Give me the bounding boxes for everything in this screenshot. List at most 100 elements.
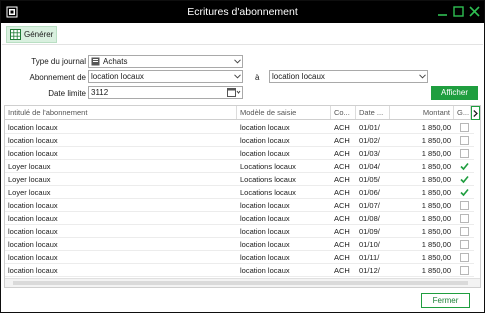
table-row[interactable]: Loyer locaux Locations locaux ACH 01/06/1 8… bbox=[5, 186, 474, 199]
cell-date: 01/02/ bbox=[359, 136, 380, 145]
cell-model: location locaux bbox=[240, 240, 290, 249]
cell-amount: 1 850,00 bbox=[421, 136, 451, 145]
subscription-to-select[interactable]: location locaux bbox=[269, 70, 428, 83]
cell-model: location locaux bbox=[240, 149, 290, 158]
cell-code: ACH bbox=[334, 266, 350, 275]
date-limit-value: 3112 bbox=[91, 88, 109, 97]
subscription-from-select[interactable]: location locaux bbox=[88, 70, 243, 83]
cell-amount: 1 850,00 bbox=[421, 188, 451, 197]
show-button[interactable]: Afficher bbox=[431, 86, 478, 100]
cell-title: location locaux bbox=[8, 214, 58, 223]
generated-checkbox[interactable] bbox=[460, 253, 469, 262]
minimize-icon[interactable] bbox=[436, 5, 449, 18]
cell-amount: 1 850,00 bbox=[421, 240, 451, 249]
cell-model: location locaux bbox=[240, 253, 290, 262]
scrollbar-thumb[interactable] bbox=[13, 281, 468, 285]
chevron-right-icon[interactable] bbox=[471, 106, 480, 120]
cell-model: Locations locaux bbox=[240, 162, 296, 171]
check-icon[interactable] bbox=[460, 188, 469, 197]
cell-title: location locaux bbox=[8, 253, 58, 262]
subscription-table: Intitulé de l'abonnement Modèle de saisi… bbox=[4, 105, 481, 288]
column-header-amount[interactable]: Montant bbox=[390, 106, 454, 119]
cell-amount: 1 850,00 bbox=[421, 266, 451, 275]
table-row[interactable]: location locaux location locaux ACH 01/11/1… bbox=[5, 251, 474, 264]
cell-date: 01/04/ bbox=[359, 162, 380, 171]
table-row[interactable]: location locaux location locaux ACH 01/12/1… bbox=[5, 264, 474, 277]
cell-model: location locaux bbox=[240, 266, 290, 275]
cell-model: location locaux bbox=[240, 227, 290, 236]
cell-code: ACH bbox=[334, 201, 350, 210]
table-row[interactable]: Loyer locaux Locations locaux ACH 01/05/1 8… bbox=[5, 173, 474, 186]
cell-date: 01/05/ bbox=[359, 175, 380, 184]
horizontal-scrollbar[interactable] bbox=[5, 278, 480, 287]
check-icon[interactable] bbox=[460, 162, 469, 171]
cell-code: ACH bbox=[334, 136, 350, 145]
title-bar: Ecritures d'abonnement bbox=[1, 1, 484, 23]
table-row[interactable]: location locaux location locaux ACH 01/03/1… bbox=[5, 147, 474, 160]
generated-checkbox[interactable] bbox=[460, 123, 469, 132]
table-row[interactable]: location locaux location locaux ACH 01/02/1… bbox=[5, 134, 474, 147]
subscription-to-label: à bbox=[255, 73, 260, 82]
generated-checkbox[interactable] bbox=[460, 240, 469, 249]
cell-code: ACH bbox=[334, 162, 350, 171]
check-icon[interactable] bbox=[460, 175, 469, 184]
cell-date: 01/09/ bbox=[359, 227, 380, 236]
cell-title: location locaux bbox=[8, 149, 58, 158]
column-header-title[interactable]: Intitulé de l'abonnement bbox=[5, 106, 237, 119]
column-header-code[interactable]: Co... bbox=[331, 106, 356, 119]
cell-amount: 1 850,00 bbox=[421, 201, 451, 210]
date-limit-label: Date limite bbox=[48, 89, 86, 98]
table-row[interactable]: location locaux location locaux ACH 01/08/1… bbox=[5, 212, 474, 225]
cell-title: location locaux bbox=[8, 266, 58, 275]
close-button[interactable]: Fermer bbox=[421, 293, 470, 308]
subscription-to-value: location locaux bbox=[272, 72, 325, 81]
date-limit-input[interactable]: 3112 bbox=[88, 86, 243, 99]
subscription-from-value: location locaux bbox=[91, 72, 144, 81]
cell-code: ACH bbox=[334, 240, 350, 249]
generated-checkbox[interactable] bbox=[460, 214, 469, 223]
cell-model: location locaux bbox=[240, 214, 290, 223]
chevron-down-icon bbox=[232, 56, 242, 67]
calendar-icon[interactable] bbox=[226, 87, 242, 98]
generated-checkbox[interactable] bbox=[460, 266, 469, 275]
cell-title: Loyer locaux bbox=[8, 175, 51, 184]
generate-button[interactable]: Générer bbox=[6, 26, 57, 43]
table-row[interactable]: location locaux location locaux ACH 01/10/1… bbox=[5, 238, 474, 251]
cell-title: location locaux bbox=[8, 227, 58, 236]
journal-type-select[interactable]: Achats bbox=[88, 55, 243, 68]
toolbar: Générer bbox=[2, 24, 483, 45]
generated-checkbox[interactable] bbox=[460, 136, 469, 145]
table-row[interactable]: Loyer locaux Locations locaux ACH 01/04/1 8… bbox=[5, 160, 474, 173]
cell-date: 01/12/ bbox=[359, 266, 380, 275]
cell-title: location locaux bbox=[8, 201, 58, 210]
cell-amount: 1 850,00 bbox=[421, 175, 451, 184]
cell-amount: 1 850,00 bbox=[421, 227, 451, 236]
close-icon[interactable] bbox=[468, 5, 481, 18]
cell-code: ACH bbox=[334, 149, 350, 158]
generated-checkbox[interactable] bbox=[460, 227, 469, 236]
table-row[interactable]: location locaux location locaux ACH 01/07/1… bbox=[5, 199, 474, 212]
cell-model: location locaux bbox=[240, 136, 290, 145]
chevron-down-icon bbox=[417, 71, 427, 82]
cell-date: 01/10/ bbox=[359, 240, 380, 249]
subscription-from-label: Abonnement de bbox=[29, 73, 87, 82]
maximize-icon[interactable] bbox=[452, 5, 465, 18]
cell-title: Loyer locaux bbox=[8, 188, 51, 197]
table-row[interactable]: location locaux location locaux ACH 01/01/1… bbox=[5, 121, 474, 134]
column-header-model[interactable]: Modèle de saisie bbox=[237, 106, 331, 119]
cell-model: Locations locaux bbox=[240, 175, 296, 184]
cell-model: location locaux bbox=[240, 201, 290, 210]
cell-amount: 1 850,00 bbox=[421, 123, 451, 132]
journal-type-label: Type du journal bbox=[31, 57, 86, 66]
column-header-date[interactable]: Date ... bbox=[356, 106, 390, 119]
cell-date: 01/11/ bbox=[359, 253, 380, 262]
chevron-down-icon bbox=[232, 71, 242, 82]
generated-checkbox[interactable] bbox=[460, 149, 469, 158]
cell-date: 01/06/ bbox=[359, 188, 380, 197]
column-header-generated[interactable]: G... bbox=[454, 106, 471, 119]
grid-icon bbox=[10, 29, 21, 40]
cell-title: Loyer locaux bbox=[8, 162, 51, 171]
generated-checkbox[interactable] bbox=[460, 201, 469, 210]
cell-title: location locaux bbox=[8, 123, 58, 132]
table-row[interactable]: location locaux location locaux ACH 01/09/1… bbox=[5, 225, 474, 238]
